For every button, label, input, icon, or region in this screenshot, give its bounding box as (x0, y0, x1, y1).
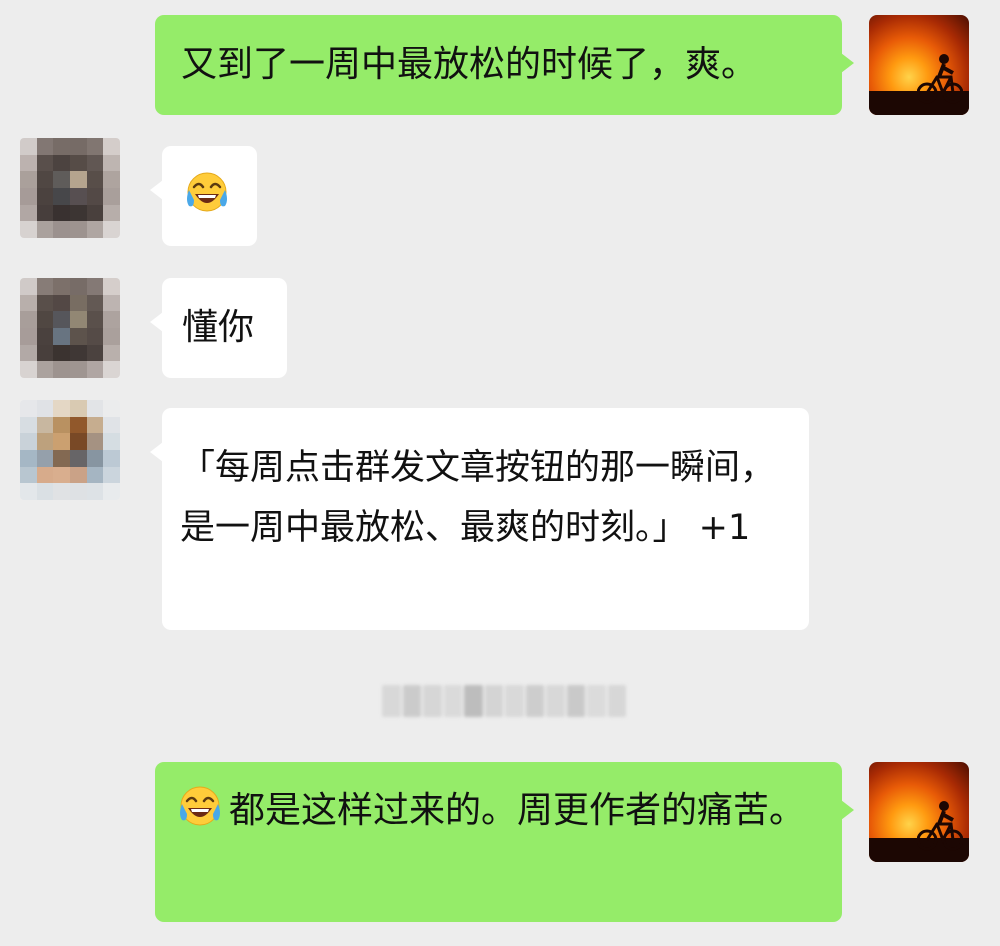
message-text: 「每周点击群发文章按钮的那一瞬间，是一周中最放松、最爽的时刻。」 +1 (180, 448, 776, 548)
message-text: 懂你 (182, 307, 255, 348)
outgoing-message-bubble[interactable]: 都是这样过来的。周更作者的痛苦。 (155, 762, 854, 922)
contact-avatar[interactable] (20, 138, 120, 238)
tears-of-joy-icon (180, 786, 220, 826)
outgoing-message-bubble[interactable]: 又到了一周中最放松的时候了，爽。 (155, 15, 854, 115)
incoming-message-bubble[interactable]: 「每周点击群发文章按钮的那一瞬间，是一周中最放松、最爽的时刻。」 +1 (150, 408, 809, 630)
tears-of-joy-emoji (184, 170, 230, 216)
cyclist-icon (917, 801, 963, 851)
contact-avatar[interactable] (20, 400, 120, 500)
incoming-message-bubble[interactable]: 懂你 (150, 278, 287, 378)
incoming-message-bubble[interactable] (150, 146, 257, 246)
cyclist-icon (917, 54, 963, 104)
tears-of-joy-emoji (177, 784, 223, 830)
system-notice (382, 680, 626, 722)
chat-view: 又到了一周中最放松的时候了，爽。 懂你 「每周点击群发文章按钮的那一瞬间，是一周… (0, 0, 1000, 946)
message-text: 都是这样过来的。周更作者的痛苦。 (229, 790, 806, 831)
my-avatar[interactable] (869, 762, 969, 862)
message-text: 又到了一周中最放松的时候了，爽。 (181, 44, 758, 85)
tears-of-joy-icon (187, 172, 227, 212)
my-avatar[interactable] (869, 15, 969, 115)
contact-avatar[interactable] (20, 278, 120, 378)
